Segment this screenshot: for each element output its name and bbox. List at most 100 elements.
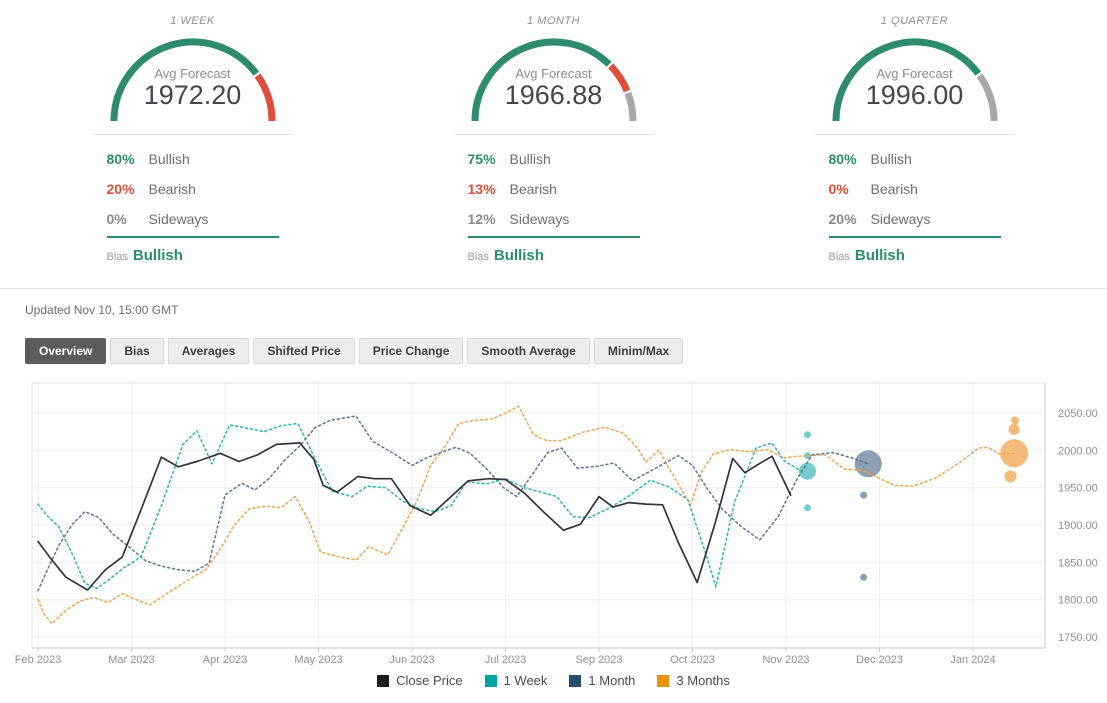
forecast-bubble-1-week: [804, 431, 811, 438]
y-axis-label: 1800.00: [1058, 595, 1098, 607]
stat-label-bearish: Bearish: [149, 181, 196, 197]
legend-swatch-1-week: [485, 675, 497, 687]
x-axis-label: Dec 2023: [856, 654, 903, 666]
legend-label: 1 Month: [588, 673, 635, 688]
avg-forecast-value: 1996.00: [820, 80, 1010, 111]
bias-value: Bullish: [494, 247, 544, 264]
legend-item-1-week[interactable]: 1 Week: [485, 673, 548, 688]
stat-value-sideways: 12%: [468, 211, 510, 227]
y-axis-label: 2000.00: [1058, 445, 1098, 457]
x-axis-label: Apr 2023: [203, 654, 248, 666]
legend-item-1-month[interactable]: 1 Month: [569, 673, 635, 688]
x-axis-label: Jul 2023: [485, 654, 527, 666]
legend-item-3-months[interactable]: 3 Months: [657, 673, 729, 688]
stat-value-bullish: 80%: [829, 151, 871, 167]
forecast-bubble-1-month: [860, 574, 867, 581]
forecast-bubble-3-months: [1004, 471, 1016, 483]
x-axis-label: Mar 2023: [108, 654, 154, 666]
forecast-bubble-1-month: [860, 492, 867, 499]
legend-swatch-1-month: [569, 675, 581, 687]
forecast-panels-row: 1 WEEKAvg Forecast1972.2080%Bullish20%Be…: [0, 8, 1107, 264]
forecast-panel-1-month: 1 MONTHAvg Forecast1966.8875%Bullish13%B…: [373, 8, 734, 264]
tab-shifted-price[interactable]: Shifted Price: [253, 338, 354, 364]
section-divider: [0, 288, 1107, 289]
panel-stats: 75%Bullish13%Bearish12%SidewaysBiasBulli…: [468, 144, 640, 264]
bias-label: Bias: [829, 251, 850, 263]
avg-forecast-label: Avg Forecast: [459, 66, 649, 81]
gauge-1-month: Avg Forecast1966.88: [459, 33, 649, 123]
forecast-bubble-3-months: [1009, 424, 1020, 435]
panel-title: 1 MONTH: [373, 15, 734, 27]
legend-swatch-close-price: [377, 675, 389, 687]
stat-value-bearish: 0%: [829, 181, 871, 197]
stat-label-sideways: Sideways: [510, 211, 570, 227]
bias-rule: [107, 236, 279, 238]
y-axis-label: 1850.00: [1058, 557, 1098, 569]
stat-label-sideways: Sideways: [871, 211, 931, 227]
forecast-panel-1-quarter: 1 QUARTERAvg Forecast1996.0080%Bullish0%…: [734, 8, 1095, 264]
stat-row-bullish: 75%Bullish: [468, 144, 640, 174]
panel-stats: 80%Bullish20%Bearish0%SidewaysBiasBullis…: [107, 144, 279, 264]
bias-row: Bias Bullish: [829, 247, 1001, 264]
stat-row-bearish: 20%Bearish: [107, 174, 279, 204]
bias-value: Bullish: [133, 247, 183, 264]
series-3-months: [38, 406, 1014, 623]
bias-rule: [829, 236, 1001, 238]
x-axis-label: May 2023: [294, 654, 342, 666]
legend-swatch-3-months: [657, 675, 669, 687]
legend-item-close-price[interactable]: Close Price: [377, 673, 462, 688]
stat-row-bullish: 80%Bullish: [107, 144, 279, 174]
tab-smooth-average[interactable]: Smooth Average: [467, 338, 589, 364]
bias-row: Bias Bullish: [107, 247, 279, 264]
tab-price-change[interactable]: Price Change: [359, 338, 464, 364]
bias-value: Bullish: [855, 247, 905, 264]
chart-tabs: OverviewBiasAveragesShifted PricePrice C…: [25, 338, 683, 364]
panel-stats: 80%Bullish0%Bearish20%SidewaysBiasBullis…: [829, 144, 1001, 264]
stat-row-bearish: 0%Bearish: [829, 174, 1001, 204]
stat-label-bullish: Bullish: [871, 151, 912, 167]
stat-value-sideways: 0%: [107, 211, 149, 227]
updated-timestamp: Updated Nov 10, 15:00 GMT: [25, 303, 178, 317]
stat-value-bullish: 75%: [468, 151, 510, 167]
y-axis-label: 2050.00: [1058, 408, 1098, 420]
bias-label: Bias: [107, 251, 128, 263]
legend-label: Close Price: [396, 673, 462, 688]
chart-legend: Close Price 1 Week 1 Month 3 Months: [0, 673, 1107, 688]
forecast-panel-1-week: 1 WEEKAvg Forecast1972.2080%Bullish20%Be…: [12, 8, 373, 264]
tab-overview[interactable]: Overview: [25, 338, 106, 364]
avg-forecast-value: 1966.88: [459, 80, 649, 111]
stat-row-bullish: 80%Bullish: [829, 144, 1001, 174]
forecast-bubble-1-week: [804, 504, 811, 511]
stat-value-bullish: 80%: [107, 151, 149, 167]
avg-forecast-value: 1972.20: [98, 80, 288, 111]
panel-divider: [815, 134, 1015, 135]
panel-divider: [93, 134, 293, 135]
tab-bias[interactable]: Bias: [110, 338, 163, 364]
stat-row-bearish: 13%Bearish: [468, 174, 640, 204]
stat-label-bullish: Bullish: [149, 151, 190, 167]
forecast-poll-widget: 1 WEEKAvg Forecast1972.2080%Bullish20%Be…: [0, 0, 1107, 703]
stat-label-bearish: Bearish: [871, 181, 918, 197]
bias-row: BiasBullish: [468, 247, 640, 264]
x-axis-label: Jan 2024: [950, 654, 995, 666]
x-axis-label: Feb 2023: [15, 654, 61, 666]
stat-row-sideways: 20%Sideways: [829, 204, 1001, 234]
y-axis-label: 1750.00: [1058, 632, 1098, 644]
forecast-bubble-3-months: [1011, 417, 1019, 425]
stat-label-bullish: Bullish: [510, 151, 551, 167]
gauge-1-week: Avg Forecast1972.20: [98, 33, 288, 123]
panel-divider: [454, 134, 654, 135]
legend-label: 1 Week: [504, 673, 548, 688]
stat-label-bearish: Bearish: [510, 181, 557, 197]
bias-rule: [468, 236, 640, 238]
x-axis-label: Nov 2023: [762, 654, 809, 666]
tab-averages[interactable]: Averages: [168, 338, 250, 364]
gauge-1-quarter: Avg Forecast1996.00: [820, 33, 1010, 123]
legend-label: 3 Months: [676, 673, 729, 688]
stat-value-bearish: 20%: [107, 181, 149, 197]
x-axis-label: Oct 2023: [670, 654, 715, 666]
panel-title: 1 WEEK: [12, 15, 373, 27]
tab-minim-max[interactable]: Minim/Max: [594, 338, 683, 364]
series-close-price: [38, 443, 791, 590]
avg-forecast-label: Avg Forecast: [820, 66, 1010, 81]
